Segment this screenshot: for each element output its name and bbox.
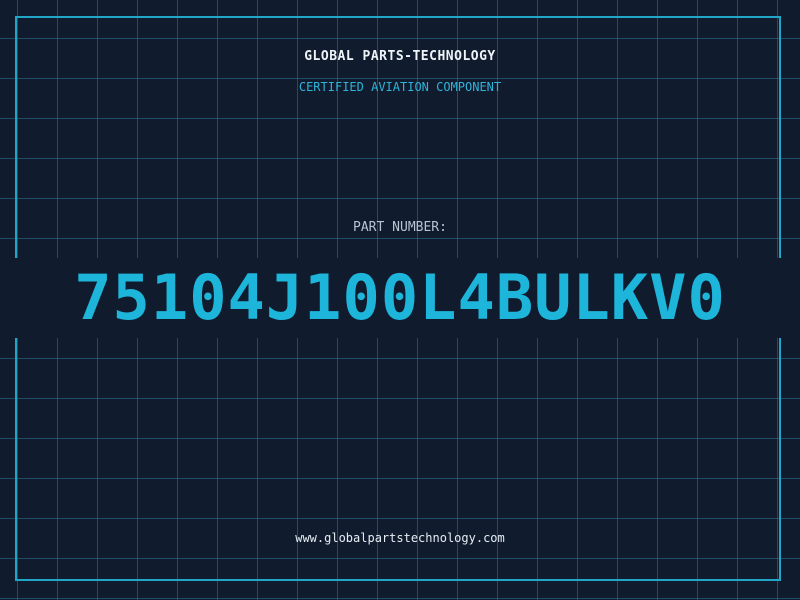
part-number-value: 75104J100L4BULKV0: [0, 258, 800, 338]
certificate-page: GLOBAL PARTS-TECHNOLOGY CERTIFIED AVIATI…: [0, 0, 800, 600]
brand-title: GLOBAL PARTS-TECHNOLOGY: [304, 49, 496, 64]
part-number-label: PART NUMBER:: [353, 220, 447, 235]
brand-subtitle: CERTIFIED AVIATION COMPONENT: [298, 80, 502, 94]
website-url: www.globalpartstechnology.com: [295, 531, 505, 545]
